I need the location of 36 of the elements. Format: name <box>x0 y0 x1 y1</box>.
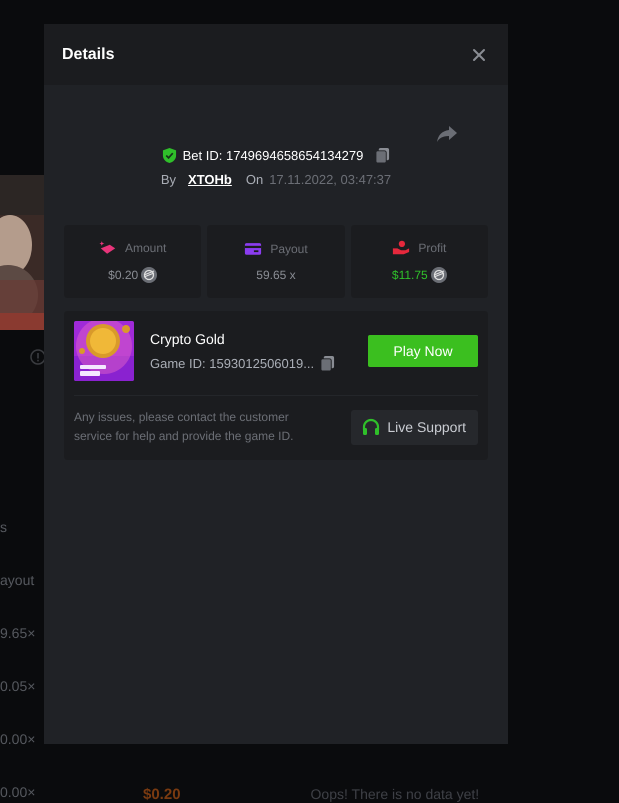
stat-value: $11.75 <box>392 268 428 282</box>
table-text: s <box>0 520 8 537</box>
table-text: 0.05× <box>0 679 36 696</box>
empty-message: Oops! There is no data yet! <box>310 786 480 802</box>
share-icon[interactable] <box>436 125 458 143</box>
bet-id: Bet ID: 1749694658654134279 <box>182 148 364 163</box>
headphones-icon <box>361 417 382 437</box>
bet-date: 17.11.2022, 03:47:37 <box>269 172 392 187</box>
shield-icon <box>162 147 177 164</box>
table-text: 9.65× <box>0 626 36 643</box>
copy-icon[interactable] <box>375 147 390 164</box>
game-name: Crypto Gold <box>150 330 226 346</box>
by-label: By <box>160 172 176 187</box>
table-text: 0.00× <box>0 732 36 749</box>
hand-icon <box>392 240 410 255</box>
live-support-button[interactable]: Live Support <box>351 410 478 444</box>
stat-label: Amount <box>124 240 166 254</box>
help-text: Any issues, please contact the customer service for help and provide the game ID. <box>74 409 294 445</box>
on-label: On <box>246 172 264 187</box>
card-icon <box>244 241 262 256</box>
coin-icon <box>141 267 158 283</box>
stat-value: $0.20 <box>108 268 138 282</box>
amount-text: $0.20 <box>143 786 181 803</box>
stat-value: 59.65 x <box>256 268 296 282</box>
dialog-title: Details <box>62 46 114 64</box>
table-text: ayout <box>0 573 36 590</box>
stat-label: Payout <box>270 242 308 256</box>
copy-icon[interactable] <box>320 354 336 372</box>
stat-label: Profit <box>418 240 446 254</box>
table-text: 0.00× <box>0 785 36 802</box>
user-link[interactable]: XTOHb <box>188 172 232 187</box>
coin-icon <box>430 267 447 283</box>
close-icon[interactable] <box>472 48 486 62</box>
game-id: Game ID: 1593012506019... <box>150 356 314 370</box>
alert-icon <box>30 349 46 365</box>
money-icon <box>98 240 117 255</box>
